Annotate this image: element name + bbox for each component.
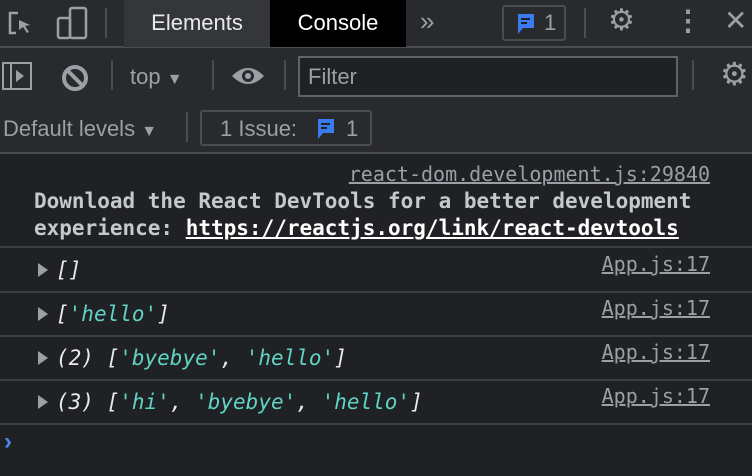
expand-triangle-icon[interactable] <box>38 307 48 321</box>
more-options-icon[interactable]: ⋮ <box>674 4 702 37</box>
levels-label: Default levels <box>3 116 136 141</box>
sidebar-toggle-icon[interactable] <box>2 62 32 90</box>
issues-label: 1 Issue: <box>220 116 298 141</box>
divider <box>105 8 107 38</box>
log-row[interactable]: App.js:17 (2) ['byebye', 'hello'] <box>0 336 752 380</box>
issues-button[interactable]: 1 Issue: 1 <box>200 110 372 146</box>
issues-counter-button[interactable]: 1 <box>502 5 566 41</box>
context-selector[interactable]: top ▼ <box>130 64 183 90</box>
divider <box>284 60 286 90</box>
console-message: react-dom.development.js:29840 Download … <box>0 160 752 246</box>
log-value: (3) ['hi', 'byebye', 'hello'] <box>56 390 423 414</box>
message-text: Download the React DevTools for a better… <box>34 189 692 213</box>
tab-elements[interactable]: Elements <box>124 0 270 47</box>
message-text: experience: <box>34 216 186 240</box>
filter-input[interactable]: Filter <box>298 56 678 97</box>
divider <box>0 423 752 425</box>
array-string-item: 'hello' <box>245 346 335 370</box>
array-string-item: 'byebye' <box>119 346 221 370</box>
array-length: (2) <box>56 346 94 370</box>
divider <box>111 60 113 90</box>
context-value: top <box>130 64 161 89</box>
console-prompt-icon[interactable]: › <box>4 428 12 456</box>
clear-console-icon[interactable] <box>61 64 89 92</box>
log-row[interactable]: App.js:17 ['hello'] <box>0 292 752 336</box>
log-source-link[interactable]: App.js:17 <box>602 340 710 364</box>
log-source-link[interactable]: App.js:17 <box>602 252 710 276</box>
issues-count: 1 <box>346 116 359 141</box>
log-source-link[interactable]: App.js:17 <box>602 384 710 408</box>
divider <box>584 8 586 38</box>
divider <box>212 60 214 90</box>
expand-triangle-icon[interactable] <box>38 395 48 409</box>
divider <box>692 60 694 90</box>
array-length: (3) <box>56 390 94 414</box>
log-row[interactable]: App.js:17 (3) ['hi', 'byebye', 'hello'] <box>0 380 752 424</box>
divider <box>186 112 188 142</box>
more-tabs-icon[interactable]: » <box>420 6 434 37</box>
dropdown-arrow-icon: ▼ <box>166 71 183 88</box>
dropdown-arrow-icon: ▼ <box>141 123 158 140</box>
array-string-item: 'hello' <box>68 302 158 326</box>
log-value: (2) ['byebye', 'hello'] <box>56 346 347 370</box>
settings-gear-icon[interactable]: ⚙ <box>608 3 635 38</box>
devtools-tabbar: Elements Console » 1 ⚙ ⋮ ✕ <box>0 0 752 48</box>
message-source-link[interactable]: react-dom.development.js:29840 <box>349 162 710 186</box>
console-settings-gear-icon[interactable]: ⚙ <box>720 55 749 93</box>
array-string-item: 'hello' <box>321 390 411 414</box>
device-toolbar-icon[interactable] <box>56 6 90 40</box>
log-value: ['hello'] <box>56 302 170 326</box>
expand-triangle-icon[interactable] <box>38 263 48 277</box>
log-row[interactable]: App.js:17 [] <box>0 248 752 292</box>
array-string-item: 'hi' <box>119 390 170 414</box>
array-string-item: 'byebye' <box>195 390 297 414</box>
message-icon <box>518 14 534 34</box>
log-source-link[interactable]: App.js:17 <box>602 296 710 320</box>
inspect-element-icon[interactable] <box>6 10 34 38</box>
message-icon <box>318 119 334 139</box>
tab-console[interactable]: Console <box>270 0 406 47</box>
close-icon[interactable]: ✕ <box>724 4 747 37</box>
expand-triangle-icon[interactable] <box>38 351 48 365</box>
log-levels-dropdown[interactable]: Default levels ▼ <box>3 116 157 142</box>
devtools-link[interactable]: https://reactjs.org/link/react-devtools <box>186 216 679 240</box>
live-expression-eye-icon[interactable] <box>230 64 266 88</box>
issues-count: 1 <box>544 10 557 35</box>
log-value: [] <box>56 258 82 282</box>
